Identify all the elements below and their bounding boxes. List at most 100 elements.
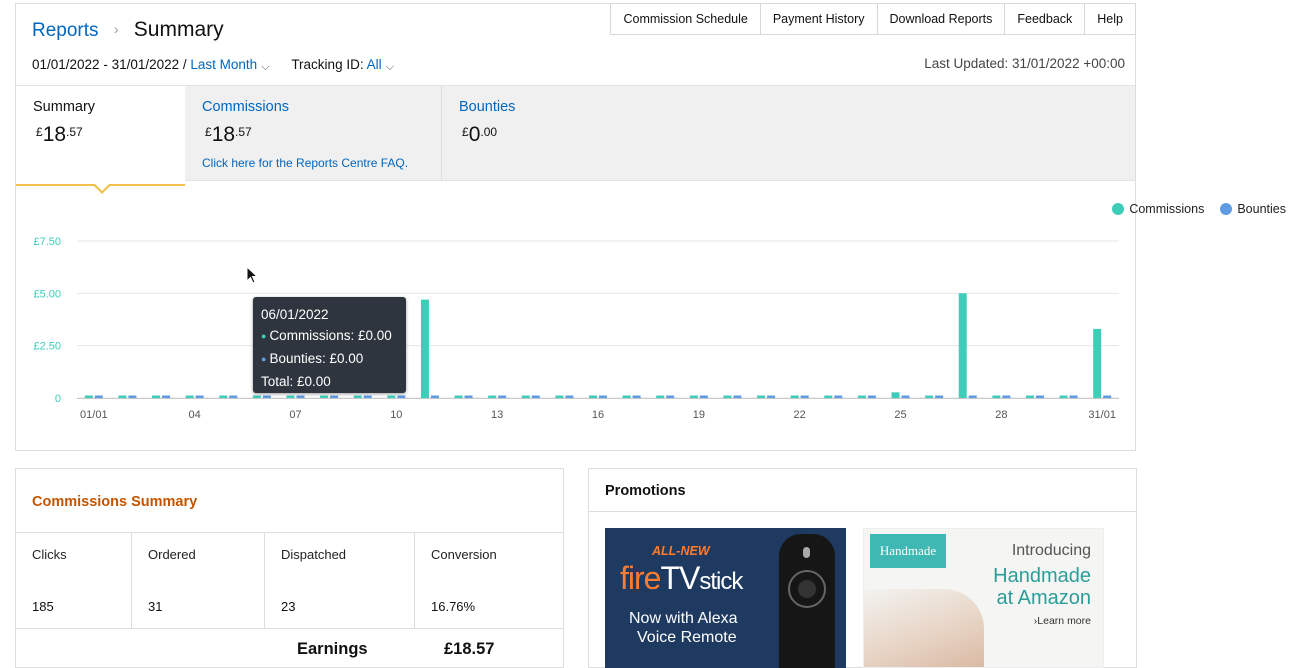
promotions-card: Promotions ALL-NEW fireTVstick Now with … xyxy=(588,468,1137,668)
amount-pounds: 0 xyxy=(468,123,481,146)
commissions-bar xyxy=(353,395,362,398)
commissions-bar xyxy=(488,395,497,398)
mouse-cursor-icon xyxy=(246,266,258,284)
date-range-text: 01/01/2022 - 31/01/2022 / xyxy=(32,57,187,72)
last-updated-text: Last Updated: 31/01/2022 +00:00 xyxy=(924,56,1125,71)
commissions-chart: 0 £2.50 £5.00 £7.50 01/01 04 07 10 13 16 19 22 25 28 3… xyxy=(33,236,1119,421)
bounties-bar xyxy=(162,395,171,398)
page-title: Summary xyxy=(133,18,224,41)
x-tick-label: 16 xyxy=(592,409,604,421)
bounties-bar xyxy=(935,395,944,398)
bounties-bar xyxy=(767,395,776,398)
commissions-bar xyxy=(252,395,261,398)
tab-bounties-label: Bounties xyxy=(459,99,516,115)
commission-schedule-button[interactable]: Commission Schedule xyxy=(610,3,761,35)
handmade-line1: Introducing xyxy=(1011,542,1091,559)
y-tick-label: 0 xyxy=(55,393,61,405)
commissions-bar xyxy=(387,395,396,398)
bounties-bar xyxy=(397,395,406,398)
commissions-bullet-icon: ● xyxy=(261,331,267,341)
commissions-summary-card: Commissions Summary Clicks 185 Ordered 3… xyxy=(15,468,564,668)
breadcrumb-separator-icon: › xyxy=(113,21,119,37)
tab-summary[interactable]: Summary £18.57 xyxy=(16,86,185,194)
bounties-bar xyxy=(599,395,607,398)
bounties-bar xyxy=(94,395,103,398)
commissions-bar xyxy=(185,395,194,398)
tooltip-bounties-row: ● Bounties: £0.00 xyxy=(261,350,398,369)
reports-faq-link[interactable]: Click here for the Reports Centre FAQ. xyxy=(202,156,408,170)
handmade-line3: at Amazon xyxy=(996,587,1091,609)
top-nav: Commission Schedule Payment History Down… xyxy=(610,3,1136,35)
amount-pence: .57 xyxy=(66,125,83,139)
commissions-bar xyxy=(555,395,564,398)
payment-history-button[interactable]: Payment History xyxy=(760,3,878,35)
commissions-bar xyxy=(723,395,732,398)
bounties-bar xyxy=(330,395,339,398)
tooltip-total: Total: £0.00 xyxy=(261,374,331,389)
handmade-learn-more-link[interactable]: ›Learn more xyxy=(1034,615,1091,627)
feedback-button[interactable]: Feedback xyxy=(1005,3,1086,35)
x-tick-label: 28 xyxy=(995,409,1007,421)
commissions-bar xyxy=(84,395,93,398)
stat-value: 23 xyxy=(281,599,296,614)
fire-logo-tv: TV xyxy=(660,560,700,596)
tooltip-bounties: Bounties: £0.00 xyxy=(269,351,364,366)
y-tick-label: £2.50 xyxy=(33,341,61,353)
download-reports-button[interactable]: Download Reports xyxy=(877,3,1006,35)
bounties-bar xyxy=(1035,395,1044,398)
stat-value: 185 xyxy=(32,599,54,614)
bounties-bar xyxy=(262,395,271,398)
remote-mic-icon xyxy=(803,547,810,558)
tab-commissions-label: Commissions xyxy=(202,99,290,115)
fire-banner-line3: Now with Alexa xyxy=(629,610,738,627)
stat-value: 16.76% xyxy=(431,599,476,614)
tab-bounties[interactable]: Bounties £0.00 xyxy=(442,86,742,180)
bounties-bar xyxy=(531,395,540,398)
legend-bounties[interactable]: Bounties xyxy=(1220,202,1286,216)
promotions-title: Promotions xyxy=(605,483,686,499)
x-tick-label: 19 xyxy=(693,409,705,421)
commissions-bar xyxy=(118,395,127,398)
stat-conversion: Conversion 16.76% xyxy=(415,533,563,628)
legend-commissions-label: Commissions xyxy=(1129,202,1205,216)
bounties-bar xyxy=(296,395,305,398)
fire-tv-stick-banner[interactable]: ALL-NEW fireTVstick Now with Alexa Voice… xyxy=(605,528,846,668)
handmade-banner[interactable]: Handmade Introducing Handmade at Amazon … xyxy=(863,528,1104,668)
x-tick-label: 13 xyxy=(491,409,503,421)
fire-logo-stick: stick xyxy=(699,568,743,595)
promotions-divider xyxy=(589,511,1136,512)
legend-bounties-label: Bounties xyxy=(1237,202,1286,216)
commissions-bar xyxy=(286,395,295,398)
x-tick-label: 31/01 xyxy=(1088,409,1116,421)
commissions-bar xyxy=(1025,395,1034,398)
handmade-badge: Handmade xyxy=(870,534,946,568)
earnings-label: Earnings xyxy=(297,640,368,658)
stat-label: Dispatched xyxy=(281,547,347,562)
help-button[interactable]: Help xyxy=(1085,3,1136,35)
legend-commissions[interactable]: Commissions xyxy=(1112,202,1204,216)
chevron-down-icon: ⌵ xyxy=(261,61,270,73)
y-tick-label: £5.00 xyxy=(33,288,61,300)
tab-commissions[interactable]: Commissions £18.57 Click here for the Re… xyxy=(185,86,442,180)
date-preset-dropdown[interactable]: Last Month ⌵ xyxy=(190,57,270,73)
bounties-amount: £0.00 xyxy=(462,123,497,147)
chevron-down-icon: ⌵ xyxy=(385,61,394,73)
currency-symbol: £ xyxy=(205,125,212,139)
tracking-id-label: Tracking ID: xyxy=(291,57,364,72)
breadcrumb-reports-link[interactable]: Reports xyxy=(32,20,99,41)
bounties-bar xyxy=(867,395,876,398)
tracking-id-dropdown[interactable]: All ⌵ xyxy=(367,57,394,73)
commissions-bar xyxy=(824,395,833,398)
handmade-line2: Handmade xyxy=(993,565,1091,587)
commissions-amount: £18.57 xyxy=(205,123,252,147)
amount-pounds: 18 xyxy=(42,123,67,146)
commissions-bar xyxy=(925,395,934,398)
bounties-bar xyxy=(632,395,641,398)
hands-image xyxy=(864,589,984,667)
summary-tabs: Summary £18.57 Commissions £18.57 Click … xyxy=(16,85,1135,194)
bounties-bar xyxy=(901,395,910,398)
bounties-bar xyxy=(498,395,507,398)
tooltip-commissions: Commissions: £0.00 xyxy=(269,328,392,343)
bounties-bar xyxy=(834,395,843,398)
commissions-bar xyxy=(219,395,228,398)
